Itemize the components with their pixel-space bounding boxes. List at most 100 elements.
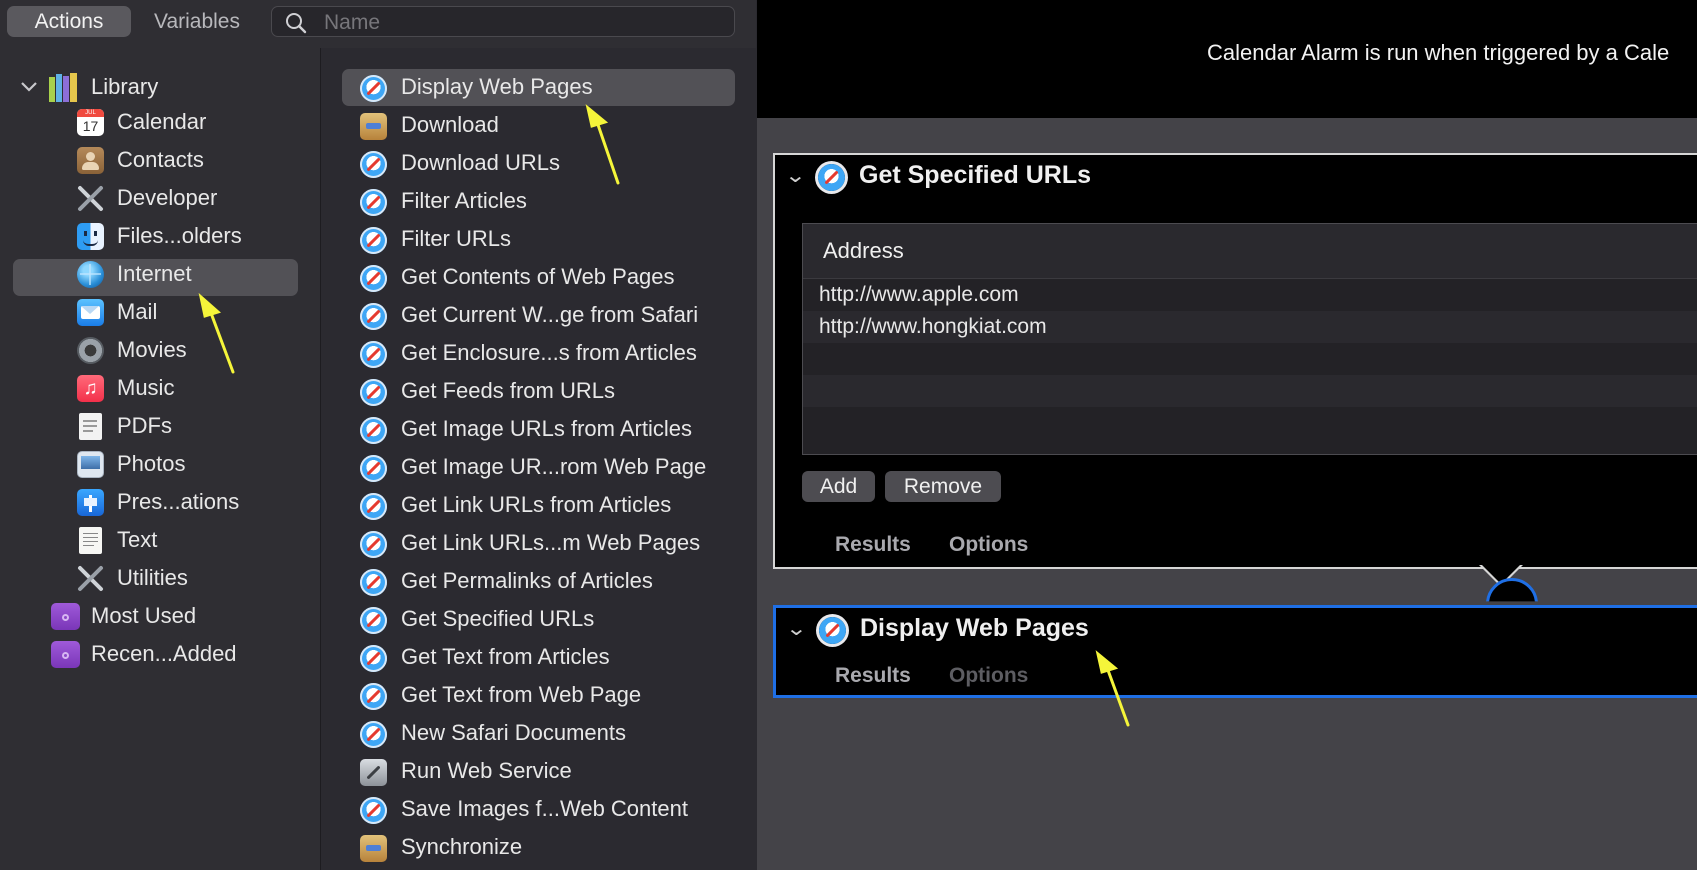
sidebar-item-files-folders[interactable]: Files...olders — [0, 218, 300, 254]
contacts-icon — [77, 147, 104, 174]
safari-icon — [360, 683, 387, 710]
sidebar-item-label: Mail — [117, 299, 158, 324]
action-label: Get Contents of Web Pages — [401, 264, 675, 289]
calendar-date: 17 — [82, 118, 99, 134]
sidebar-item-label: PDFs — [117, 413, 172, 438]
action-card-get-specified-urls[interactable]: ⌄ Get Specified URLs Address http://www.… — [773, 153, 1697, 569]
safari-icon — [360, 493, 387, 520]
action-get-contents-of-web-pages[interactable]: Get Contents of Web Pages — [321, 259, 756, 295]
safari-icon — [360, 569, 387, 596]
table-row[interactable]: http://www.hongkiat.com — [803, 311, 1697, 343]
action-filter-articles[interactable]: Filter Articles — [321, 183, 756, 219]
action-card-display-web-pages[interactable]: ⌄ Display Web Pages Results Options — [773, 605, 1697, 698]
chevron-down-icon[interactable]: ⌄ — [785, 616, 807, 641]
chevron-down-icon[interactable] — [20, 80, 38, 94]
sidebar-item-label: Movies — [117, 337, 187, 362]
action-label: Get Link URLs from Articles — [401, 492, 672, 517]
action-get-current-webpage-from-safari[interactable]: Get Current W...ge from Safari — [321, 297, 756, 333]
sidebar-item-mail[interactable]: Mail — [0, 294, 300, 330]
results-tab[interactable]: Results — [835, 533, 911, 557]
workflow-area[interactable]: Calendar Alarm is run when triggered by … — [757, 0, 1697, 870]
action-download-urls[interactable]: Download URLs — [321, 145, 756, 181]
safari-icon — [360, 151, 387, 178]
action-get-link-urls-from-articles[interactable]: Get Link URLs from Articles — [321, 487, 756, 523]
sidebar-item-movies[interactable]: Movies — [0, 332, 300, 368]
sidebar-item-label: Utilities — [117, 565, 188, 590]
utilities-icon — [78, 566, 103, 591]
sidebar-item-contacts[interactable]: Contacts — [0, 142, 300, 178]
developer-tools-icon — [78, 186, 103, 211]
url-value: http://www.apple.com — [819, 283, 1019, 306]
search-icon — [286, 13, 307, 34]
action-new-safari-documents[interactable]: New Safari Documents — [321, 715, 756, 751]
safari-icon — [360, 531, 387, 558]
table-header[interactable]: Address — [803, 224, 1697, 279]
action-get-image-urls-from-articles[interactable]: Get Image URLs from Articles — [321, 411, 756, 447]
action-label: Get Image UR...rom Web Page — [401, 454, 707, 479]
chevron-down-icon[interactable]: ⌄ — [784, 163, 806, 188]
sidebar-item-most-used[interactable]: Most Used — [0, 598, 300, 634]
sidebar-item-label: Files...olders — [117, 223, 242, 248]
library-books-icon — [49, 73, 77, 102]
sidebar-item-label: Pres...ations — [117, 489, 240, 514]
action-get-feeds-from-urls[interactable]: Get Feeds from URLs — [321, 373, 756, 409]
sidebar-item-recently-added[interactable]: Recen...Added — [0, 636, 300, 672]
action-get-specified-urls[interactable]: Get Specified URLs — [321, 601, 756, 637]
library-root[interactable]: Library — [0, 69, 300, 105]
sidebar-item-photos[interactable]: Photos — [0, 446, 300, 482]
action-filter-urls[interactable]: Filter URLs — [321, 221, 756, 257]
sidebar-item-label: Music — [117, 375, 175, 400]
safari-icon — [360, 379, 387, 406]
action-label: Get Text from Articles — [401, 644, 610, 669]
card-title: Display Web Pages — [860, 614, 1089, 642]
action-display-web-pages[interactable]: Display Web Pages — [321, 69, 756, 105]
action-download[interactable]: Download — [321, 107, 756, 143]
remove-button[interactable]: Remove — [885, 471, 1001, 502]
tab-actions[interactable]: Actions — [7, 6, 131, 37]
action-run-web-service[interactable]: Run Web Service — [321, 753, 756, 789]
sidebar-item-presentations[interactable]: Pres...ations — [0, 484, 300, 520]
action-get-image-urls-from-web-page[interactable]: Get Image UR...rom Web Page — [321, 449, 756, 485]
action-label: Download — [401, 112, 499, 137]
action-label: Get Text from Web Page — [401, 682, 642, 707]
finder-icon — [77, 223, 104, 250]
search-input[interactable] — [322, 9, 726, 36]
search-field[interactable] — [271, 6, 735, 37]
safari-icon — [818, 164, 845, 191]
calendar-month: JUL — [77, 109, 104, 117]
action-get-link-urls-from-web-pages[interactable]: Get Link URLs...m Web Pages — [321, 525, 756, 561]
add-button[interactable]: Add — [802, 471, 875, 502]
table-row[interactable]: http://www.apple.com — [803, 279, 1697, 311]
action-get-text-from-articles[interactable]: Get Text from Articles — [321, 639, 756, 675]
action-label: Get Enclosure...s from Articles — [401, 340, 697, 365]
sidebar-item-calendar[interactable]: JUL 17 Calendar — [0, 104, 300, 140]
sidebar-item-music[interactable]: ♫ Music — [0, 370, 300, 406]
safari-icon — [360, 645, 387, 672]
sidebar-item-text[interactable]: Text — [0, 522, 300, 558]
movies-icon — [77, 337, 104, 364]
sidebar-item-label: Most Used — [91, 603, 197, 628]
url-value: http://www.hongkiat.com — [819, 315, 1047, 338]
table-row — [803, 407, 1697, 439]
action-synchronize[interactable]: Synchronize — [321, 829, 756, 865]
column-header-address: Address — [823, 238, 904, 263]
url-table[interactable]: Address http://www.apple.com http://www.… — [802, 223, 1697, 455]
action-save-images-from-web-content[interactable]: Save Images f...Web Content — [321, 791, 756, 827]
smart-folder-icon — [51, 641, 80, 668]
sidebar-item-pdfs[interactable]: PDFs — [0, 408, 300, 444]
action-get-enclosure-urls-from-articles[interactable]: Get Enclosure...s from Articles — [321, 335, 756, 371]
text-icon — [79, 527, 102, 554]
sidebar-item-label: Text — [117, 527, 158, 552]
results-tab[interactable]: Results — [835, 664, 911, 688]
action-get-text-from-web-page[interactable]: Get Text from Web Page — [321, 677, 756, 713]
safari-icon — [360, 797, 387, 824]
options-tab[interactable]: Options — [949, 533, 1028, 557]
package-icon — [360, 113, 387, 140]
sidebar-item-developer[interactable]: Developer — [0, 180, 300, 216]
tab-variables[interactable]: Variables — [136, 6, 258, 37]
workflow-header: Calendar Alarm is run when triggered by … — [757, 0, 1697, 118]
action-get-permalinks-of-articles[interactable]: Get Permalinks of Articles — [321, 563, 756, 599]
sidebar-item-utilities[interactable]: Utilities — [0, 560, 300, 596]
sidebar-item-internet[interactable]: Internet — [0, 256, 300, 292]
action-label: Get Current W...ge from Safari — [401, 302, 699, 327]
